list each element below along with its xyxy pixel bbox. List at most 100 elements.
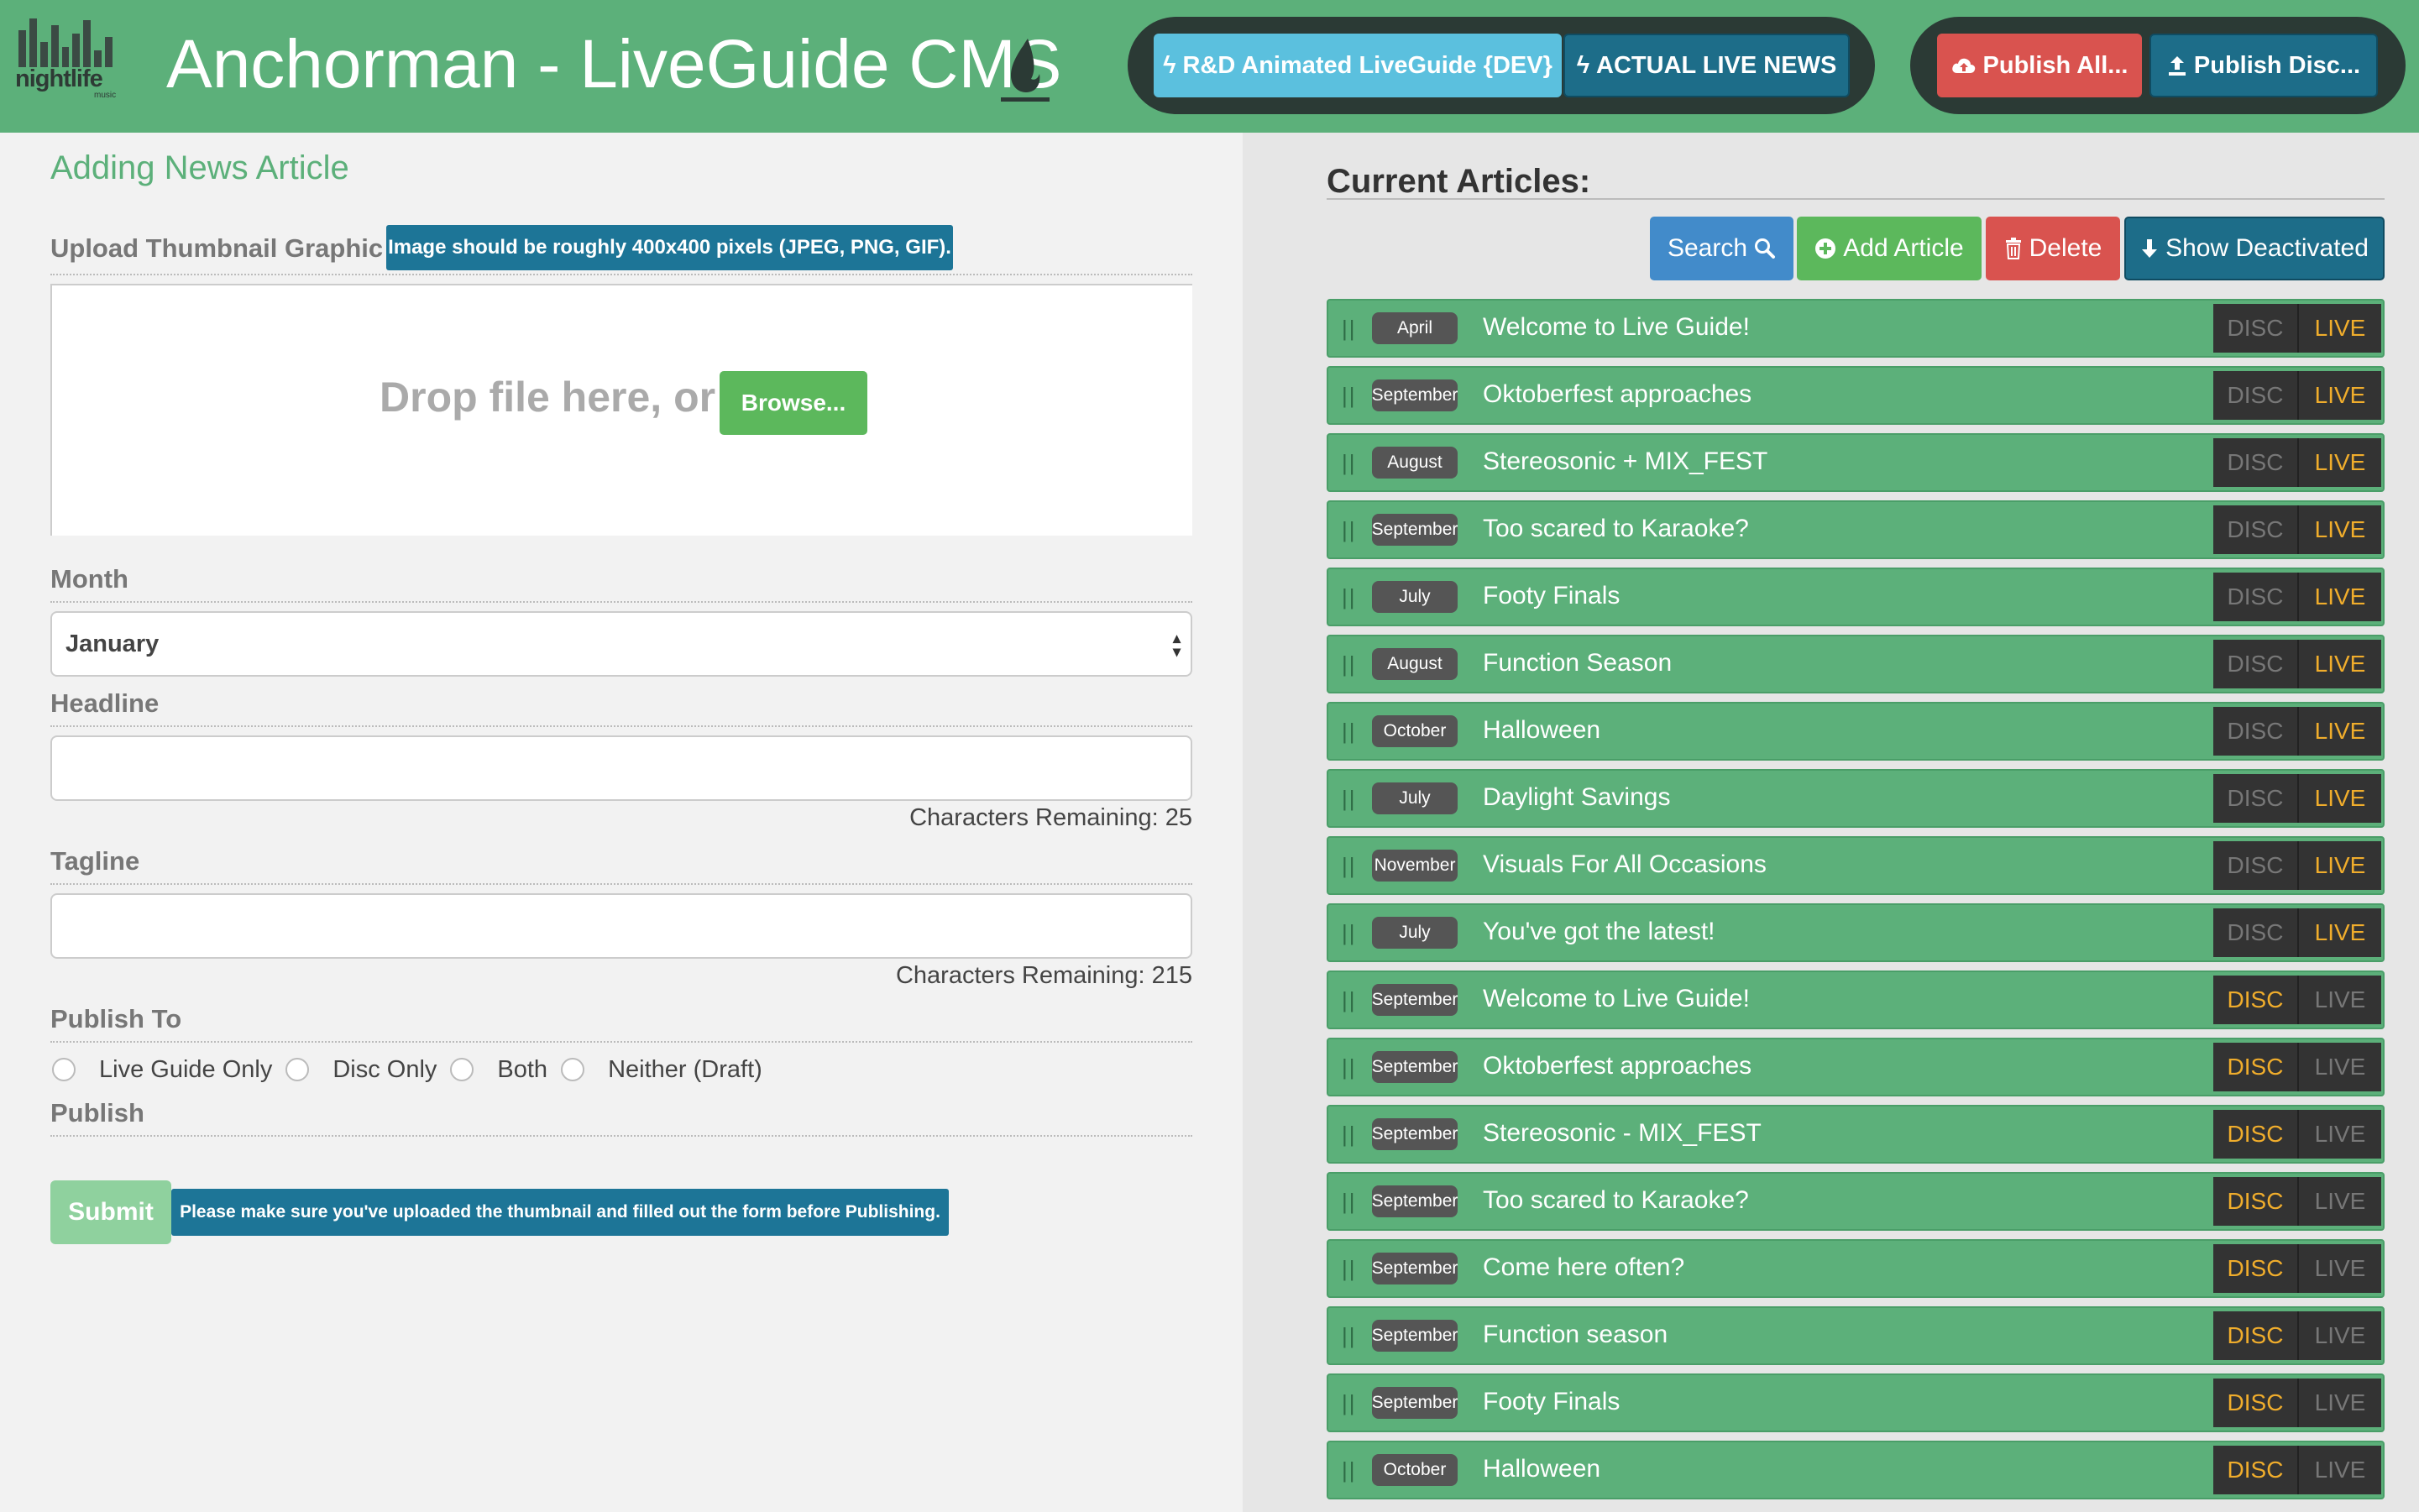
article-month-badge: September [1372, 1051, 1458, 1083]
publish-all-button[interactable]: Publish All... [1937, 34, 2142, 97]
live-toggle[interactable]: LIVE [2297, 505, 2381, 554]
radio-both[interactable] [450, 1058, 474, 1081]
drag-handle-icon[interactable]: || [1342, 1054, 1357, 1080]
live-toggle[interactable]: LIVE [2297, 371, 2381, 420]
live-toggle[interactable]: LIVE [2297, 438, 2381, 487]
file-dropzone[interactable]: Drop file here, or Browse... [50, 284, 1192, 536]
article-month-badge: September [1372, 1387, 1458, 1419]
drag-handle-icon[interactable]: || [1342, 383, 1357, 409]
article-row[interactable]: || September Too scared to Karaoke? DISC LIV… [1327, 1172, 2385, 1231]
live-toggle[interactable]: LIVE [2297, 573, 2381, 621]
drag-handle-icon[interactable]: || [1342, 584, 1357, 610]
month-select[interactable]: January ▴ ▾ [50, 611, 1192, 677]
radio-disc-only[interactable] [285, 1058, 310, 1081]
radio-neither-draft[interactable] [561, 1058, 585, 1081]
publish-disc-button[interactable]: Publish Disc... [2149, 34, 2378, 97]
drag-handle-icon[interactable]: || [1342, 316, 1357, 342]
article-row[interactable]: || September Stereosonic - MIX_FEST DISC LIV… [1327, 1105, 2385, 1164]
live-toggle[interactable]: LIVE [2297, 774, 2381, 823]
article-row[interactable]: || October Halloween DISC LIVE [1327, 702, 2385, 761]
article-row[interactable]: || August Stereosonic + MIX_FEST DISC LIVE [1327, 433, 2385, 492]
article-row[interactable]: || September Function season DISC LIVE [1327, 1306, 2385, 1365]
drag-handle-icon[interactable]: || [1342, 517, 1357, 543]
disc-toggle[interactable]: DISC [2213, 1110, 2297, 1159]
article-row[interactable]: || September Footy Finals DISC LIVE [1327, 1373, 2385, 1432]
live-toggle[interactable]: LIVE [2297, 304, 2381, 353]
article-row[interactable]: || July You've got the latest! DISC LIVE [1327, 903, 2385, 962]
disc-toggle[interactable]: DISC [2213, 707, 2297, 756]
headline-input[interactable] [50, 735, 1192, 801]
disc-toggle[interactable]: DISC [2213, 841, 2297, 890]
show-deactivated-button[interactable]: Show Deactivated [2124, 217, 2385, 280]
drag-handle-icon[interactable]: || [1342, 1256, 1357, 1282]
disc-toggle[interactable]: DISC [2213, 640, 2297, 688]
drag-handle-icon[interactable]: || [1342, 651, 1357, 678]
radio-live-guide-only[interactable] [52, 1058, 76, 1081]
article-row[interactable]: || September Oktoberfest approaches DISC LIV… [1327, 1038, 2385, 1096]
article-row[interactable]: || April Welcome to Live Guide! DISC LIVE [1327, 299, 2385, 358]
cloud-upload-icon [1951, 58, 1975, 73]
disc-toggle[interactable]: DISC [2213, 371, 2297, 420]
tagline-textarea[interactable] [50, 893, 1192, 959]
live-toggle[interactable]: LIVE [2297, 1110, 2381, 1159]
nightlife-logo[interactable]: nightlife music [15, 17, 118, 101]
actual-live-news-label: ACTUAL LIVE NEWS [1596, 51, 1837, 79]
article-headline: Halloween [1483, 716, 1601, 744]
drag-handle-icon[interactable]: || [1342, 719, 1357, 745]
article-row[interactable]: || July Footy Finals DISC LIVE [1327, 568, 2385, 626]
delete-button[interactable]: Delete [1986, 217, 2120, 280]
drag-handle-icon[interactable]: || [1342, 1189, 1357, 1215]
submit-button[interactable]: Submit [50, 1180, 171, 1244]
disc-toggle[interactable]: DISC [2213, 1379, 2297, 1427]
live-toggle[interactable]: LIVE [2297, 841, 2381, 890]
disc-toggle[interactable]: DISC [2213, 438, 2297, 487]
article-row[interactable]: || August Function Season DISC LIVE [1327, 635, 2385, 693]
disc-toggle[interactable]: DISC [2213, 774, 2297, 823]
article-row[interactable]: || September Too scared to Karaoke? DISC LIV… [1327, 500, 2385, 559]
live-toggle[interactable]: LIVE [2297, 1446, 2381, 1494]
radio-label: Both [497, 1055, 548, 1083]
rd-liveguide-button[interactable]: ϟ R&D Animated LiveGuide {DEV} [1154, 34, 1562, 97]
live-toggle[interactable]: LIVE [2297, 976, 2381, 1024]
disc-toggle[interactable]: DISC [2213, 1244, 2297, 1293]
search-button[interactable]: Search [1650, 217, 1793, 280]
disc-toggle[interactable]: DISC [2213, 1177, 2297, 1226]
article-row[interactable]: || July Daylight Savings DISC LIVE [1327, 769, 2385, 828]
article-row[interactable]: || September Oktoberfest approaches DISC LIV… [1327, 366, 2385, 425]
disc-toggle[interactable]: DISC [2213, 573, 2297, 621]
drag-handle-icon[interactable]: || [1342, 1457, 1357, 1483]
browse-button[interactable]: Browse... [720, 371, 867, 435]
disc-toggle[interactable]: DISC [2213, 304, 2297, 353]
live-toggle[interactable]: LIVE [2297, 1311, 2381, 1360]
disc-toggle[interactable]: DISC [2213, 1446, 2297, 1494]
drag-handle-icon[interactable]: || [1342, 1323, 1357, 1349]
drag-handle-icon[interactable]: || [1342, 1390, 1357, 1416]
article-row[interactable]: || October Halloween DISC LIVE [1327, 1441, 2385, 1499]
drag-handle-icon[interactable]: || [1342, 920, 1357, 946]
drag-handle-icon[interactable]: || [1342, 987, 1357, 1013]
disc-toggle[interactable]: DISC [2213, 976, 2297, 1024]
tagline-label: Tagline [50, 846, 140, 876]
article-row[interactable]: || September Welcome to Live Guide! DISC LIV… [1327, 971, 2385, 1029]
live-toggle[interactable]: LIVE [2297, 707, 2381, 756]
publish-all-label: Publish All... [1982, 51, 2128, 79]
actual-live-news-button[interactable]: ϟ ACTUAL LIVE NEWS [1563, 34, 1850, 97]
live-toggle[interactable]: LIVE [2297, 1177, 2381, 1226]
add-article-button[interactable]: Add Article [1797, 217, 1982, 280]
drag-handle-icon[interactable]: || [1342, 786, 1357, 812]
article-row[interactable]: || September Come here often? DISC LIVE [1327, 1239, 2385, 1298]
live-toggle[interactable]: LIVE [2297, 1043, 2381, 1091]
drag-handle-icon[interactable]: || [1342, 1122, 1357, 1148]
live-toggle[interactable]: LIVE [2297, 1244, 2381, 1293]
disc-toggle[interactable]: DISC [2213, 505, 2297, 554]
disc-toggle[interactable]: DISC [2213, 1043, 2297, 1091]
live-toggle[interactable]: LIVE [2297, 640, 2381, 688]
drag-handle-icon[interactable]: || [1342, 853, 1357, 879]
live-toggle[interactable]: LIVE [2297, 908, 2381, 957]
disc-toggle[interactable]: DISC [2213, 1311, 2297, 1360]
live-toggle[interactable]: LIVE [2297, 1379, 2381, 1427]
article-month-badge: July [1372, 917, 1458, 949]
article-row[interactable]: || November Visuals For All Occasions DISC L… [1327, 836, 2385, 895]
drag-handle-icon[interactable]: || [1342, 450, 1357, 476]
disc-toggle[interactable]: DISC [2213, 908, 2297, 957]
